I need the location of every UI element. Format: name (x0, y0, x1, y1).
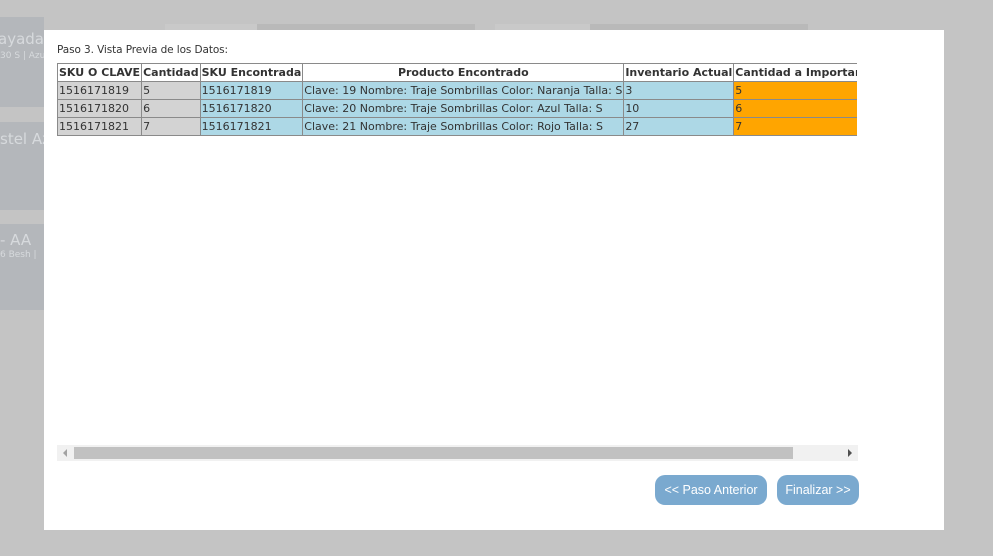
column-header-quantity-to-import: Cantidad a Importar (733, 63, 857, 82)
cell-product-found: Clave: 20 Nombre: Traje Sombrillas Color… (302, 99, 625, 118)
cell-current-inventory: 27 (623, 117, 735, 136)
cell-sku: 1516171820 (57, 99, 143, 118)
column-header-sku-found: SKU Encontrada (199, 63, 304, 82)
cell-quantity-to-import: 7 (733, 117, 857, 136)
table-row: 1516171820 6 1516171820 Clave: 20 Nombre… (57, 99, 857, 118)
cell-sku: 1516171819 (57, 81, 143, 100)
cell-sku: 1516171821 (57, 117, 143, 136)
cell-product-found: Clave: 21 Nombre: Traje Sombrillas Color… (302, 117, 625, 136)
column-header-quantity: Cantidad (141, 63, 201, 82)
step-title: Paso 3. Vista Previa de los Datos: (57, 44, 228, 56)
background-card-title: - AA (0, 231, 32, 249)
horizontal-scrollbar[interactable] (57, 445, 858, 461)
finish-button[interactable]: Finalizar >> (777, 475, 859, 505)
cell-product-found: Clave: 19 Nombre: Traje Sombrillas Color… (302, 81, 625, 100)
cell-current-inventory: 3 (623, 81, 735, 100)
table-row: 1516171819 5 1516171819 Clave: 19 Nombre… (57, 81, 857, 100)
scrollbar-thumb[interactable] (74, 447, 793, 459)
table-row: 1516171821 7 1516171821 Clave: 21 Nombre… (57, 117, 857, 136)
scroll-right-arrow-icon[interactable] (848, 449, 852, 457)
cell-quantity: 6 (141, 99, 201, 118)
cell-sku-found: 1516171819 (199, 81, 304, 100)
previous-step-button[interactable]: << Paso Anterior (655, 475, 767, 505)
scroll-left-arrow-icon[interactable] (63, 449, 67, 457)
column-header-sku: SKU O CLAVE (57, 63, 143, 82)
cell-quantity-to-import: 5 (733, 81, 857, 100)
column-header-current-inventory: Inventario Actual (623, 63, 735, 82)
background-card-subtitle: 30 S | Azu (0, 51, 46, 61)
cell-current-inventory: 10 (623, 99, 735, 118)
cell-sku-found: 1516171820 (199, 99, 304, 118)
cell-quantity: 7 (141, 117, 201, 136)
preview-table-container: SKU O CLAVE Cantidad SKU Encontrada Prod… (57, 63, 857, 447)
cell-quantity: 5 (141, 81, 201, 100)
background-card-subtitle: 6 Besh | (0, 250, 37, 260)
background-card-title: stel Az (0, 130, 50, 148)
column-header-product-found: Producto Encontrado (302, 63, 625, 82)
preview-table: SKU O CLAVE Cantidad SKU Encontrada Prod… (57, 63, 857, 136)
import-preview-modal: Paso 3. Vista Previa de los Datos: SKU O… (44, 30, 944, 530)
table-header-row: SKU O CLAVE Cantidad SKU Encontrada Prod… (57, 63, 857, 82)
cell-sku-found: 1516171821 (199, 117, 304, 136)
cell-quantity-to-import: 6 (733, 99, 857, 118)
